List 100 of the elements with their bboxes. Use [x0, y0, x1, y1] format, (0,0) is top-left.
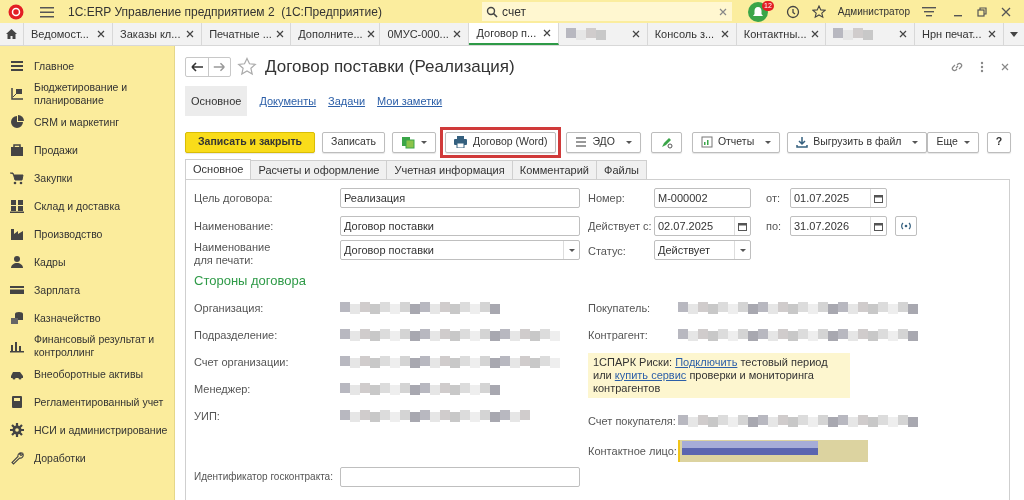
field-label: Наименование для печати: [194, 241, 272, 267]
field-label: Наименование: [194, 218, 275, 234]
sign-button[interactable] [650, 131, 682, 153]
form-tab[interactable]: Учетная информация [386, 160, 513, 180]
sidebar-item[interactable]: Склад и доставка [0, 192, 174, 220]
documents-icon [400, 135, 415, 149]
field-label: Подразделение: [194, 327, 279, 343]
close-icon[interactable] [1000, 5, 1012, 18]
close-icon[interactable] [366, 30, 375, 38]
link[interactable]: Подключить [675, 355, 738, 368]
form-tab[interactable]: Файлы [596, 160, 647, 180]
print-contract-button[interactable]: Договор (Word) [444, 131, 557, 153]
date-field[interactable]: 01.07.2025 [790, 188, 887, 208]
input-field[interactable]: Договор поставки [340, 216, 580, 236]
close-icon[interactable] [720, 30, 729, 38]
close-icon[interactable] [988, 30, 997, 38]
close-icon[interactable] [275, 30, 284, 38]
section-link[interactable]: Основное [185, 85, 248, 117]
help-button[interactable]: ? [986, 131, 1012, 153]
reports-button[interactable]: Отчеты [691, 131, 781, 153]
open-tab[interactable]: Консоль з... [647, 23, 737, 45]
section-link[interactable]: Документы [259, 92, 317, 110]
form-tab[interactable]: Расчеты и оформление [250, 160, 388, 180]
close-icon[interactable] [453, 30, 462, 38]
more-icon[interactable] [980, 60, 984, 74]
input-field[interactable] [340, 466, 580, 487]
form-tab[interactable]: Комментарий [511, 160, 597, 180]
sidebar-item[interactable]: Кадры [0, 248, 174, 276]
field-label: Счет покупателя: [588, 413, 677, 429]
sidebar-item[interactable]: Регламентированный учет [0, 388, 174, 416]
input-field[interactable]: М-000002 [654, 188, 751, 208]
input-field[interactable]: Реализация [340, 188, 580, 208]
contact-field[interactable] [678, 440, 868, 462]
export-button[interactable]: Выгрузить в файл [787, 131, 928, 153]
section-link[interactable]: Мои заметки [377, 92, 443, 110]
report-icon [700, 136, 713, 148]
menu-icon [10, 59, 24, 73]
close-icon[interactable] [898, 30, 907, 38]
link[interactable]: купить сервис [614, 368, 687, 381]
restore-icon[interactable] [976, 5, 988, 18]
more-button[interactable]: Еще [927, 131, 979, 153]
edo-button[interactable]: ЭДО [566, 131, 641, 153]
close-icon[interactable] [542, 29, 551, 37]
section-link[interactable]: Задачи [328, 92, 366, 110]
link-icon[interactable] [950, 60, 964, 74]
user-name: Администратор [837, 5, 910, 19]
open-tab[interactable]: Печатные ... [202, 23, 292, 45]
field-label: Номер: [588, 190, 626, 206]
date-field[interactable]: 31.07.2026 [790, 216, 887, 236]
field-label: УИП: [194, 408, 221, 424]
caret-icon [765, 140, 772, 144]
select-field[interactable]: Договор поставки [340, 240, 580, 260]
sidebar-item[interactable]: Внеоборотные активы [0, 360, 174, 388]
create-based-on-button[interactable] [391, 131, 436, 153]
open-tab[interactable]: Дополните... [291, 23, 381, 45]
sidebar-item[interactable]: Финансовый результат и контроллинг [0, 332, 174, 360]
sidebar-item[interactable]: Зарплата [0, 276, 174, 304]
close-icon[interactable] [631, 30, 640, 38]
close-icon[interactable] [810, 30, 819, 38]
menu-icon[interactable] [40, 5, 56, 18]
caret-icon [739, 248, 746, 252]
sidebar-item[interactable]: Закупки [0, 164, 174, 192]
dropdown-icon[interactable] [1010, 31, 1019, 37]
sidebar-item[interactable]: CRM и маркетинг [0, 108, 174, 136]
calendar-icon[interactable] [874, 221, 883, 231]
form-tab[interactable]: Основное [185, 159, 252, 180]
close-icon[interactable] [186, 30, 195, 38]
save-and-close-button[interactable]: Записать и закрыть [185, 131, 316, 153]
search-field[interactable]: счет [482, 2, 733, 21]
sidebar-item[interactable]: Казначейство [0, 304, 174, 332]
settings-icon[interactable] [922, 5, 936, 18]
clear-icon[interactable] [718, 6, 729, 17]
card-icon [10, 283, 24, 297]
period-button[interactable] [895, 216, 917, 236]
sidebar-item[interactable]: НСИ и администрирование [0, 416, 174, 444]
history-icon[interactable] [785, 4, 800, 19]
spark-notice: 1СПАРК Риски: Подключить тестовый период или купить сервис проверки и мониторинга контрагентов [588, 352, 850, 398]
home-icon[interactable] [5, 28, 18, 40]
date-field[interactable]: 02.07.2025 [654, 216, 751, 236]
open-tab[interactable]: Договор п... [469, 23, 559, 45]
sidebar-item[interactable]: Доработки [0, 444, 174, 472]
open-tab[interactable]: Ведомост... [24, 23, 114, 45]
save-button[interactable]: Записать [322, 131, 385, 153]
sidebar-item[interactable]: Бюджетирование и планирование [0, 80, 174, 108]
person-icon [10, 255, 24, 269]
window-title: 1С:ERP Управление предприятием 2 (1С:Предприятие) [68, 3, 382, 21]
calendar-icon[interactable] [738, 221, 747, 231]
open-tab[interactable]: Заказы кл... [113, 23, 203, 45]
star-icon[interactable] [811, 4, 826, 19]
calendar-icon[interactable] [874, 193, 883, 203]
open-tab[interactable]: Нрн печат... [914, 23, 1005, 45]
close-icon[interactable] [97, 30, 106, 38]
sidebar-item[interactable]: Продажи [0, 136, 174, 164]
caret-icon [568, 248, 575, 252]
open-tab[interactable]: Контактны... [736, 23, 826, 45]
select-field[interactable]: Действует [654, 240, 751, 260]
caret-icon [625, 140, 632, 144]
redacted-value [832, 28, 873, 40]
sidebar-item[interactable]: Производство [0, 220, 174, 248]
sidebar-item[interactable]: Главное [0, 52, 174, 80]
